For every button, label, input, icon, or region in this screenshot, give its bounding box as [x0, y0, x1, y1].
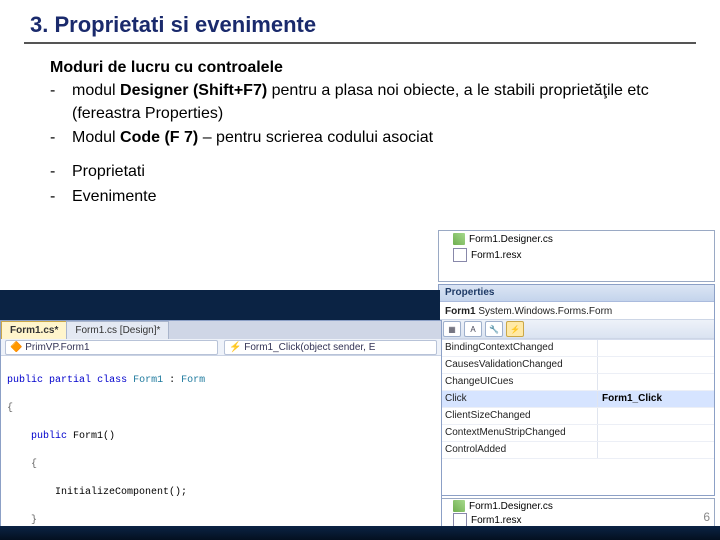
nav-member-dropdown[interactable]: ⚡ Form1_Click(object sender, E: [224, 340, 437, 355]
events-grid[interactable]: BindingContextChanged CausesValidationCh…: [439, 339, 714, 459]
slide-title: 3. Proprietati si evenimente: [0, 0, 720, 42]
properties-object: Form1 System.Windows.Forms.Form: [439, 302, 714, 319]
resource-file-icon: [453, 513, 467, 527]
properties-button[interactable]: 🔧: [485, 321, 503, 337]
body-bullet-1: - modul Designer (Shift+F7) pentru a pla…: [50, 79, 680, 125]
title-rule: [24, 42, 696, 44]
properties-pane[interactable]: Properties Form1 System.Windows.Forms.Fo…: [438, 284, 715, 496]
alphabetical-button[interactable]: A: [464, 321, 482, 337]
categorized-button[interactable]: ▦: [443, 321, 461, 337]
properties-toolbar: ▦ A 🔧 ⚡: [439, 319, 714, 339]
properties-title: Properties: [439, 285, 714, 302]
ide-screenshot: Form1.Designer.cs Form1.resx Properties …: [0, 230, 720, 540]
code-content[interactable]: public partial class Form1 : Form { publ…: [1, 356, 441, 540]
csharp-file-icon: [453, 500, 465, 512]
footer-strip: [0, 526, 720, 540]
editor-tabs: Form1.cs* Form1.cs [Design]*: [1, 321, 441, 339]
code-editor[interactable]: Form1.cs* Form1.cs [Design]* 🔶 PrimVP.Fo…: [0, 320, 442, 540]
sub-list: -Proprietati -Evenimente: [0, 149, 720, 210]
tab-form1-cs[interactable]: Form1.cs*: [1, 321, 67, 339]
events-button[interactable]: ⚡: [506, 321, 524, 337]
background-strip: [0, 290, 440, 320]
tab-form1-design[interactable]: Form1.cs [Design]*: [66, 321, 169, 339]
body-heading: Moduri de lucru cu controalele: [50, 56, 680, 79]
csharp-file-icon: [453, 233, 465, 245]
nav-class-dropdown[interactable]: 🔶 PrimVP.Form1: [5, 340, 218, 355]
body-text: Moduri de lucru cu controalele - modul D…: [0, 52, 720, 149]
body-bullet-2: - Modul Code (F 7) – pentru scrierea cod…: [50, 126, 680, 149]
solution-explorer-fragment: Form1.Designer.cs Form1.resx: [438, 230, 715, 282]
resource-file-icon: [453, 248, 467, 262]
page-number: 6: [703, 510, 710, 524]
